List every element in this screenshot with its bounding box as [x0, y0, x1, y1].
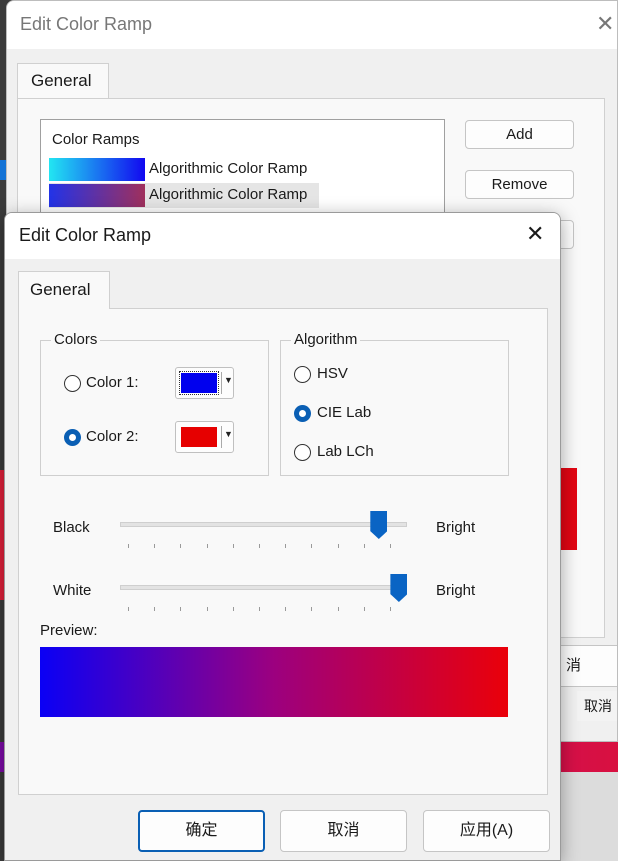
algorithm-cielab-label: CIE Lab [317, 404, 372, 421]
background-cancel-button-2[interactable]: 取消 [577, 691, 617, 721]
cancel-button[interactable]: 取消 [280, 810, 407, 852]
color2-label: Color 2: [86, 428, 139, 445]
slider-tick [259, 544, 260, 548]
color1-swatch [179, 371, 219, 395]
slider-tick [206, 607, 208, 611]
ramp-label: Algorithmic Color Ramp [149, 186, 308, 203]
color1-label: Color 1: [86, 374, 139, 391]
apply-button[interactable]: 应用(A) [423, 810, 550, 852]
slider-tick [337, 544, 339, 548]
tab-general[interactable]: General [18, 271, 110, 309]
slider-tick [390, 544, 391, 548]
slider-tick [311, 607, 313, 611]
close-icon[interactable]: ✕ [526, 223, 544, 245]
add-button[interactable]: Add [465, 120, 574, 149]
picker-divider [221, 426, 222, 448]
algorithm-hsv-label: HSV [317, 365, 348, 382]
background-cancel-button[interactable]: 消 [559, 645, 617, 687]
slider-tick [154, 607, 156, 611]
slider-tick [285, 544, 287, 548]
background-gray-area [561, 772, 618, 861]
algorithm-hsv-radio[interactable] [294, 366, 311, 383]
slider-tick [259, 607, 260, 611]
ramp-swatch-1 [49, 158, 145, 181]
white-slider-left-label: White [53, 582, 92, 599]
slider-tick [285, 607, 287, 611]
tab-label: General [30, 280, 91, 299]
tab-label: General [31, 71, 92, 90]
algorithm-cielab-radio[interactable] [294, 405, 311, 422]
picker-divider [221, 372, 222, 394]
background-preview-red [560, 468, 577, 550]
dropdown-arrow-icon: ▼ [224, 375, 233, 385]
white-slider-right-label: Bright [436, 582, 476, 599]
ramp-label: Algorithmic Color Ramp [149, 160, 308, 177]
black-slider-right-label: Bright [436, 519, 476, 536]
algorithm-group: Algorithm HSV CIE Lab Lab LCh [280, 331, 509, 476]
color1-picker-button[interactable]: ▼ [175, 367, 234, 399]
ramp-swatch-2 [49, 184, 145, 207]
color2-radio[interactable] [64, 429, 81, 446]
slider-tick [180, 607, 182, 611]
slider-tick [232, 607, 234, 611]
colors-group: Colors Color 1: ▼ Color 2: ▼ [40, 331, 269, 476]
slider-tick [232, 544, 234, 548]
ok-button[interactable]: 确定 [138, 810, 265, 852]
white-slider-thumb[interactable] [390, 574, 408, 602]
slider-tick [154, 544, 156, 548]
color2-picker-button[interactable]: ▼ [175, 421, 234, 453]
remove-button[interactable]: Remove [465, 170, 574, 199]
slider-tick [128, 607, 129, 611]
colors-legend: Colors [51, 331, 101, 348]
title-bar: Edit Color Ramp ✕ [5, 213, 560, 259]
white-slider-track[interactable] [120, 585, 407, 590]
color2-swatch [181, 427, 217, 447]
slider-tick [128, 544, 129, 548]
edit-color-ramp-dialog: Edit Color Ramp ✕ General Colors Color 1… [4, 212, 561, 861]
dialog-title: Edit Color Ramp [19, 225, 152, 245]
slider-tick [337, 607, 339, 611]
black-slider-track[interactable] [120, 522, 407, 527]
background-title-bar: Edit Color Ramp ✕ [7, 1, 617, 49]
black-slider-thumb[interactable] [370, 511, 388, 539]
ramp-list-item[interactable]: Algorithmic Color Ramp [49, 157, 319, 182]
algorithm-lablch-radio[interactable] [294, 444, 311, 461]
black-slider-left-label: Black [53, 519, 90, 536]
slider-tick [363, 607, 365, 611]
slider-tick [363, 544, 365, 548]
algorithm-lablch-label: Lab LCh [317, 443, 374, 460]
slider-tick [311, 544, 313, 548]
slider-tick [180, 544, 182, 548]
close-icon[interactable]: ✕ [596, 13, 614, 35]
slider-tick [206, 544, 208, 548]
background-tab-general[interactable]: General [17, 63, 109, 99]
slider-tick [390, 607, 391, 611]
preview-label: Preview: [40, 622, 98, 639]
color-ramps-header: Color Ramps [52, 131, 140, 148]
algorithm-legend: Algorithm [291, 331, 361, 348]
color1-radio[interactable] [64, 375, 81, 392]
ramp-list-item-selected[interactable]: Algorithmic Color Ramp [49, 183, 319, 208]
dropdown-arrow-icon: ▼ [224, 429, 233, 439]
tab-panel-general: Colors Color 1: ▼ Color 2: ▼ Algorithm H… [18, 308, 548, 795]
preview-gradient-bar [40, 647, 508, 717]
background-dialog-title: Edit Color Ramp [20, 14, 153, 34]
